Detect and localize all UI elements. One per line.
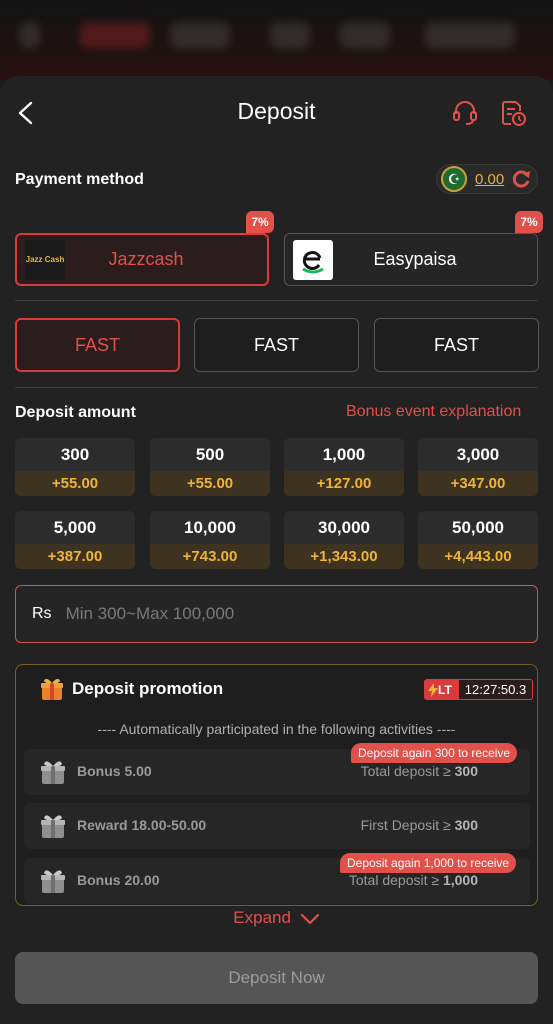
promotion-tag: Deposit again 300 to receive [351, 743, 518, 763]
payment-method-name: Jazzcash [108, 249, 184, 269]
balance-pill: ☪ 0.00 [436, 164, 538, 194]
amount-input-wrapper: Rs [15, 585, 538, 643]
promotion-item-name: Bonus 5.00 [77, 763, 152, 779]
deposit-history-icon[interactable] [498, 98, 528, 128]
amount-value: 1,000 [322, 444, 366, 464]
promotion-timer: LT 12:27:50.3 [424, 679, 534, 700]
payment-method-name: Easypaisa [373, 249, 457, 269]
payment-method-jazzcash[interactable]: Jazz Cash Jazzcash [15, 233, 269, 286]
chevron-down-icon [300, 913, 319, 924]
lightning-icon [428, 682, 438, 697]
currency-label: Rs [32, 605, 52, 622]
amount-bonus: +55.00 [15, 471, 135, 496]
expand-label: Expand [233, 908, 291, 927]
amount-option-30000[interactable]: 30,000 +1,343.00 [284, 511, 404, 569]
amount-option-10000[interactable]: 10,000 +743.00 [150, 511, 270, 569]
amount-option-500[interactable]: 500 +55.00 [150, 438, 270, 496]
jazzcash-logo-icon: Jazz Cash [25, 239, 65, 280]
promotion-item-condition: Total deposit ≥ 1,000 [348, 872, 478, 888]
countdown-time: 12:27:50.3 [457, 679, 534, 700]
amount-option-1000[interactable]: 1,000 +127.00 [284, 438, 404, 496]
amount-bonus: +347.00 [418, 471, 538, 496]
gift-box-icon [41, 761, 65, 784]
deposit-amount-label: Deposit amount [15, 404, 136, 421]
blurred-element [340, 22, 390, 48]
bonus-event-explanation-link[interactable]: Bonus event explanation [346, 403, 521, 421]
amount-bonus: +743.00 [150, 544, 270, 569]
amount-bonus: +4,443.00 [418, 544, 538, 569]
amount-input[interactable] [65, 604, 466, 624]
amount-value: 30,000 [318, 517, 370, 537]
payment-method-label: Payment method [15, 171, 144, 188]
customer-service-icon[interactable] [450, 98, 480, 128]
promotion-title: Deposit promotion [72, 679, 224, 698]
promotion-item-name: Reward 18.00-50.00 [77, 817, 207, 833]
amount-option-300[interactable]: 300 +55.00 [15, 438, 135, 496]
divider [15, 387, 538, 388]
gift-icon [41, 678, 63, 700]
gift-box-icon [41, 870, 65, 893]
payment-method-easypaisa[interactable]: Easypaisa [284, 233, 538, 286]
amount-bonus: +387.00 [15, 544, 135, 569]
refresh-icon[interactable] [510, 168, 532, 190]
amount-option-50000[interactable]: 50,000 +4,443.00 [418, 511, 538, 569]
background-header [0, 0, 553, 80]
promotion-subtitle: ---- Automatically participated in the f… [97, 721, 456, 737]
blurred-element [170, 22, 230, 48]
blurred-element [270, 22, 310, 48]
fee-badge: 7% [246, 211, 274, 233]
promotion-item-name: Bonus 20.00 [77, 872, 160, 888]
channel-fast-2[interactable]: FAST [194, 318, 359, 372]
channel-fast-3[interactable]: FAST [374, 318, 539, 372]
promotion-item: Reward 18.00-50.00 First Deposit ≥ 300 [24, 803, 530, 849]
amount-bonus: +127.00 [284, 471, 404, 496]
amount-bonus: +55.00 [150, 471, 270, 496]
blurred-element [425, 22, 515, 48]
easypaisa-mark-icon [302, 250, 324, 273]
amount-value: 3,000 [456, 444, 500, 464]
amount-value: 500 [195, 444, 225, 464]
promotion-item-condition: First Deposit ≥ 300 [360, 817, 478, 833]
lt-label: LT [424, 679, 458, 700]
amount-bonus: +1,343.00 [284, 544, 404, 569]
deposit-now-button[interactable]: Deposit Now [15, 952, 538, 1004]
amount-option-5000[interactable]: 5,000 +387.00 [15, 511, 135, 569]
amount-value: 5,000 [53, 517, 97, 537]
expand-button[interactable]: Expand [0, 908, 553, 928]
amount-value: 50,000 [452, 517, 504, 537]
blurred-element [20, 22, 40, 48]
promotion-item-condition: Total deposit ≥ 300 [360, 763, 478, 779]
pakistan-flag-icon: ☪ [441, 166, 467, 192]
gift-box-icon [41, 815, 65, 838]
easypaisa-logo-icon [293, 239, 333, 280]
blurred-element [80, 22, 150, 48]
amount-option-3000[interactable]: 3,000 +347.00 [418, 438, 538, 496]
fee-badge: 7% [515, 211, 543, 233]
balance-value: 0.00 [475, 170, 505, 188]
amount-value: 10,000 [184, 517, 236, 537]
promotion-tag: Deposit again 1,000 to receive [340, 853, 517, 873]
channel-fast-1[interactable]: FAST [15, 318, 180, 372]
divider [15, 300, 538, 301]
amount-value: 300 [60, 444, 90, 464]
lt-text: LT [438, 682, 452, 697]
